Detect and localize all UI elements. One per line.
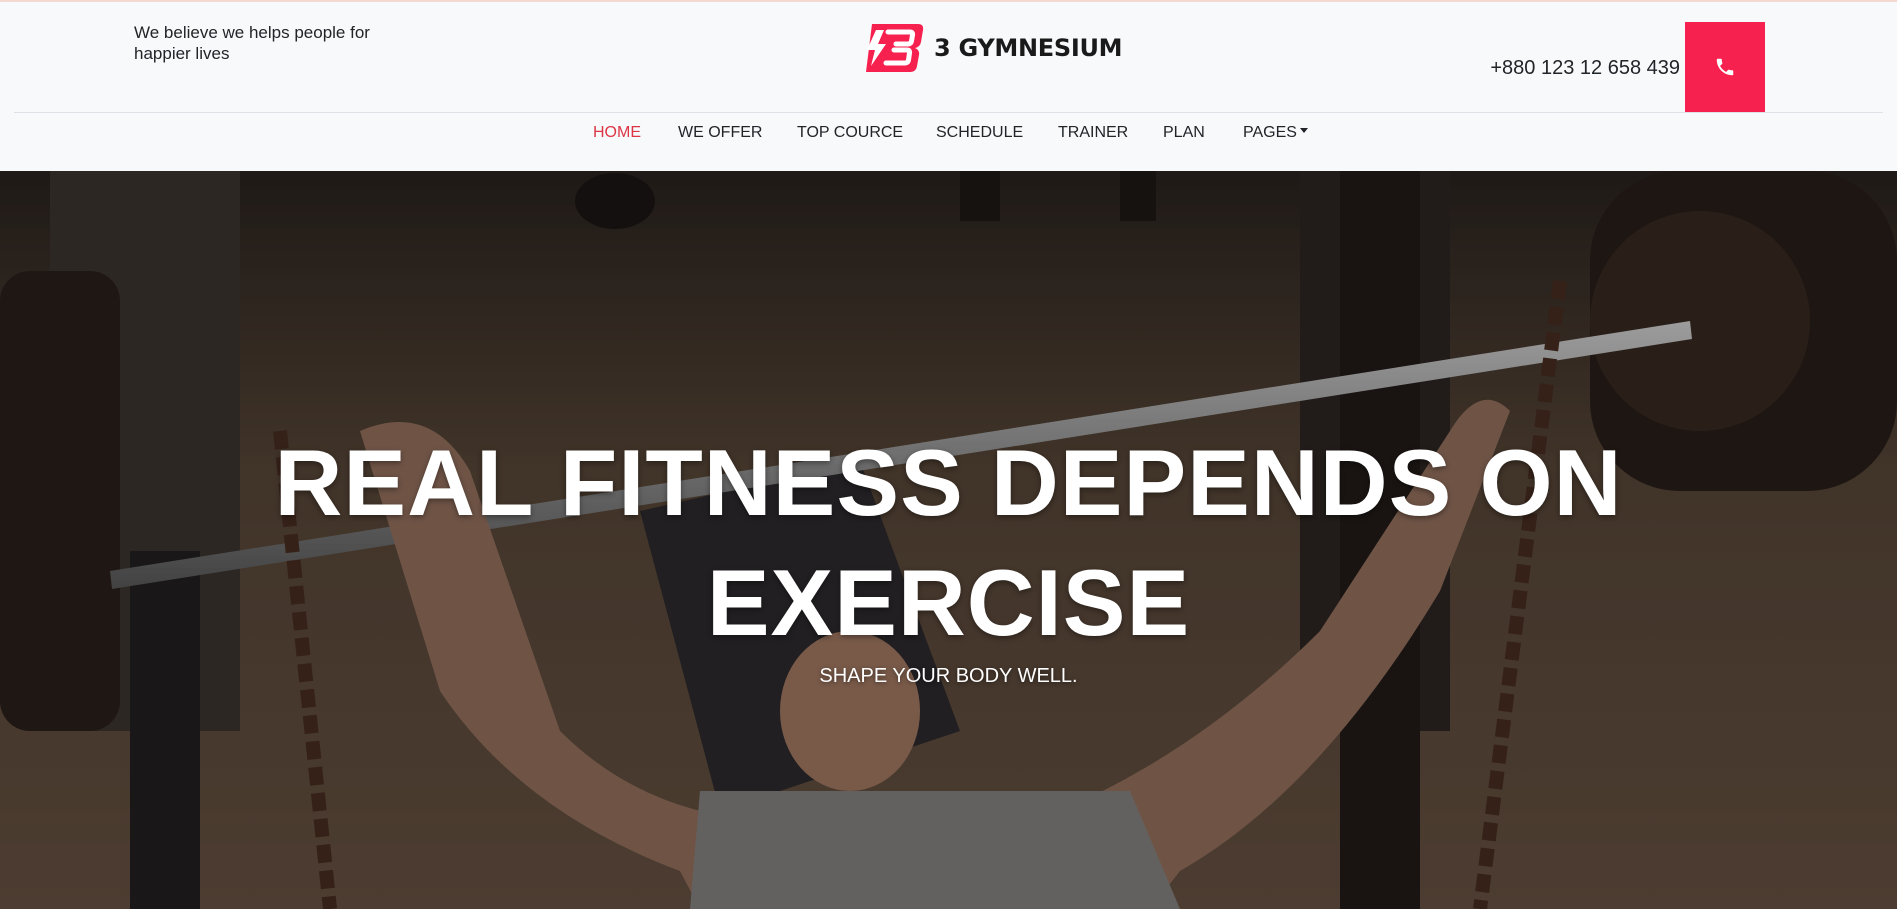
brand-logo-icon: [866, 24, 924, 72]
nav-item-trainer[interactable]: TRAINER: [1058, 124, 1128, 142]
nav-item-schedule[interactable]: SCHEDULE: [936, 124, 1023, 142]
phone-call-button[interactable]: [1685, 22, 1765, 112]
caret-down-icon: [1299, 128, 1308, 134]
header-tagline: We believe we helps people for happier l…: [134, 23, 370, 63]
nav-item-pages-label: PAGES: [1243, 124, 1297, 141]
nav-item-we-offer[interactable]: WE OFFER: [678, 124, 762, 142]
phone-number[interactable]: +880 123 12 658 439: [1470, 57, 1680, 80]
brand-logo-link[interactable]: 3 GYMNESIUM: [858, 20, 1123, 76]
site-header: We believe we helps people for happier l…: [0, 2, 1897, 171]
nav-item-home[interactable]: HOME: [593, 124, 641, 142]
hero-banner: REAL FITNESS DEPENDS ON EXERCISE SHAPE Y…: [0, 171, 1897, 909]
main-nav: HOME WE OFFER TOP COURCE SCHEDULE TRAINE…: [0, 114, 1897, 156]
nav-item-pages[interactable]: PAGES: [1243, 124, 1308, 142]
phone-icon: [1716, 58, 1734, 76]
header-divider: [14, 112, 1883, 113]
hero-subtitle: SHAPE YOUR BODY WELL.: [819, 665, 1078, 687]
nav-item-plan[interactable]: PLAN: [1163, 124, 1205, 142]
nav-item-top-cource[interactable]: TOP COURCE: [797, 124, 903, 142]
brand-name: 3 GYMNESIUM: [934, 34, 1123, 62]
hero-title: REAL FITNESS DEPENDS ON EXERCISE: [274, 430, 1623, 655]
